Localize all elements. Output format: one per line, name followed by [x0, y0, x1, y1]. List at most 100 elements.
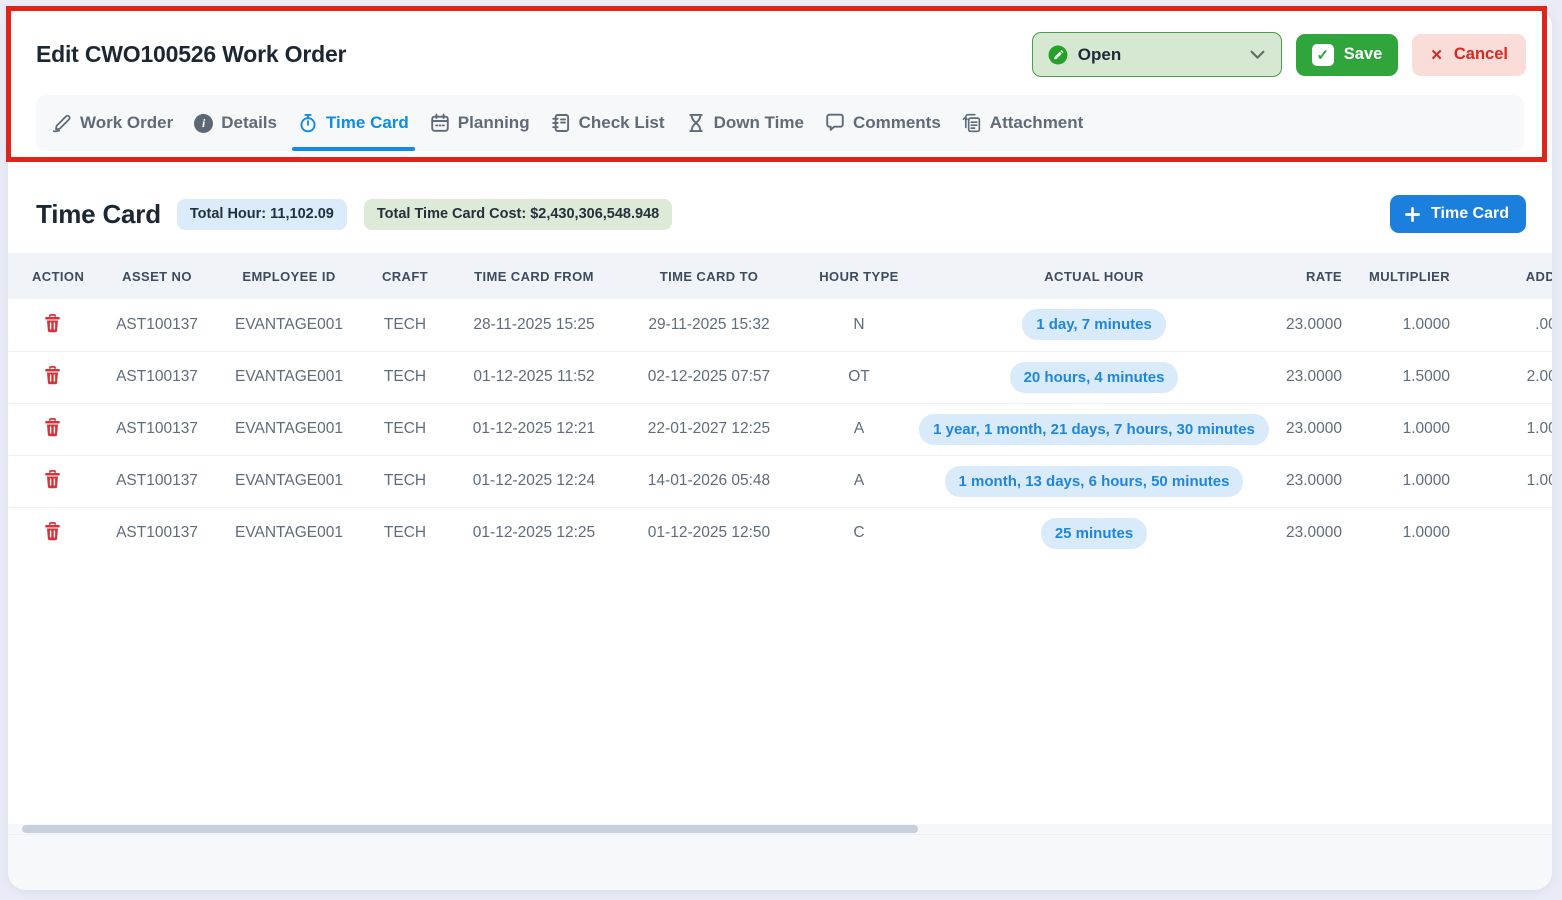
trash-icon — [44, 425, 61, 440]
time-card-table: ACTIONASSET NOEMPLOYEE IDCRAFTTIME CARD … — [8, 253, 1552, 559]
delete-row-button[interactable] — [40, 466, 65, 496]
time-card-from-cell: 28-11-2025 15:25 — [450, 299, 618, 351]
cancel-button-label: Cancel — [1454, 45, 1508, 64]
adder-cell: .0000 — [1464, 299, 1552, 351]
actual-hour-cell: 1 day, 7 minutes — [918, 299, 1270, 351]
delete-row-button[interactable] — [40, 362, 65, 392]
work-order-card: Edit CWO100526 Work Order Open ✓ Save ✕ … — [8, 8, 1552, 890]
time-card-from-cell: 01-12-2025 12:25 — [450, 507, 618, 559]
multiplier-cell: 1.0000 — [1356, 507, 1464, 559]
tab-comments[interactable]: Comments — [823, 95, 943, 151]
tab-attachment[interactable]: Attachment — [960, 95, 1086, 151]
status-dropdown[interactable]: Open — [1032, 32, 1282, 77]
tab-time-card[interactable]: Time Card — [296, 95, 411, 151]
save-button[interactable]: ✓ Save — [1296, 34, 1399, 76]
actual-hour-pill: 1 month, 13 days, 6 hours, 50 minutes — [945, 466, 1244, 497]
table-row: AST100137EVANTAGE001TECH01-12-2025 12:25… — [8, 507, 1552, 559]
plus-icon — [1403, 205, 1422, 224]
table-row: AST100137EVANTAGE001TECH01-12-2025 11:52… — [8, 351, 1552, 403]
multiplier-cell: 1.0000 — [1356, 455, 1464, 507]
page-title: Edit CWO100526 Work Order — [36, 41, 1032, 68]
actual-hour-pill: 1 day, 7 minutes — [1022, 309, 1166, 340]
hour-type-cell: C — [800, 507, 918, 559]
tab-planning[interactable]: Planning — [428, 95, 532, 151]
section-title: Time Card — [36, 199, 161, 230]
notebook-icon — [551, 113, 571, 133]
time-card-to-cell: 22-01-2027 12:25 — [618, 403, 800, 455]
total-hour-badge: Total Hour: 11,102.09 — [177, 199, 347, 230]
cancel-button[interactable]: ✕ Cancel — [1412, 34, 1526, 76]
employee-id-cell: EVANTAGE001 — [218, 507, 360, 559]
column-header-actual-hour: ACTUAL HOUR — [918, 253, 1270, 299]
time-card-from-cell: 01-12-2025 12:21 — [450, 403, 618, 455]
rate-cell: 23.0000 — [1270, 351, 1356, 403]
time-card-from-cell: 01-12-2025 11:52 — [450, 351, 618, 403]
craft-cell: TECH — [360, 299, 450, 351]
empty-area — [8, 559, 1552, 824]
tab-down-time[interactable]: Down Time — [684, 95, 806, 151]
time-card-section-header: Time Card Total Hour: 11,102.09 Total Ti… — [36, 195, 1526, 233]
column-header-adder: ADDER — [1464, 253, 1552, 299]
adder-cell — [1464, 507, 1552, 559]
hour-type-cell: OT — [800, 351, 918, 403]
actual-hour-cell: 25 minutes — [918, 507, 1270, 559]
delete-row-button[interactable] — [40, 518, 65, 548]
asset-no-cell: AST100137 — [96, 299, 218, 351]
adder-cell: 2.0000 — [1464, 351, 1552, 403]
actual-hour-cell: 1 year, 1 month, 21 days, 7 hours, 30 mi… — [918, 403, 1270, 455]
edit-circle-icon — [1047, 44, 1069, 66]
column-header-action: ACTION — [8, 253, 96, 299]
multiplier-cell: 1.5000 — [1356, 351, 1464, 403]
craft-cell: TECH — [360, 403, 450, 455]
calendar-icon — [430, 113, 450, 133]
horizontal-scrollbar-thumb[interactable] — [22, 825, 918, 833]
save-button-label: Save — [1344, 45, 1383, 64]
tab-check-list[interactable]: Check List — [549, 95, 667, 151]
trash-icon — [44, 321, 61, 336]
actual-hour-cell: 20 hours, 4 minutes — [918, 351, 1270, 403]
asset-no-cell: AST100137 — [96, 507, 218, 559]
delete-row-button[interactable] — [40, 310, 65, 340]
actual-hour-pill: 25 minutes — [1041, 518, 1147, 549]
craft-cell: TECH — [360, 455, 450, 507]
horizontal-scrollbar — [8, 824, 1552, 834]
table-row: AST100137EVANTAGE001TECH28-11-2025 15:25… — [8, 299, 1552, 351]
pen-icon — [52, 113, 72, 133]
table-row: AST100137EVANTAGE001TECH01-12-2025 12:21… — [8, 403, 1552, 455]
tab-bar: Work Order i Details Time Card Planning Check… — [36, 95, 1524, 151]
actual-hour-pill: 1 year, 1 month, 21 days, 7 hours, 30 mi… — [919, 414, 1269, 445]
tab-label: Details — [221, 113, 277, 133]
tab-label: Comments — [853, 113, 941, 133]
time-card-to-cell: 14-01-2026 05:48 — [618, 455, 800, 507]
time-card-to-cell: 29-11-2025 15:32 — [618, 299, 800, 351]
action-cell — [8, 351, 96, 403]
info-icon: i — [194, 114, 213, 133]
add-time-card-button[interactable]: Time Card — [1390, 195, 1526, 233]
tab-details[interactable]: i Details — [192, 95, 279, 151]
column-header-employee-id: EMPLOYEE ID — [218, 253, 360, 299]
status-dropdown-label: Open — [1078, 45, 1250, 65]
table-row: AST100137EVANTAGE001TECH01-12-2025 12:24… — [8, 455, 1552, 507]
total-cost-badge: Total Time Card Cost: $2,430,306,548.948 — [364, 199, 672, 230]
asset-no-cell: AST100137 — [96, 455, 218, 507]
time-card-to-cell: 01-12-2025 12:50 — [618, 507, 800, 559]
craft-cell: TECH — [360, 351, 450, 403]
rate-cell: 23.0000 — [1270, 455, 1356, 507]
check-icon: ✓ — [1312, 44, 1334, 66]
hour-type-cell: A — [800, 403, 918, 455]
column-header-rate: RATE — [1270, 253, 1356, 299]
add-time-card-label: Time Card — [1431, 205, 1509, 223]
adder-cell: 1.0000 — [1464, 403, 1552, 455]
active-tab-underline — [292, 147, 415, 151]
craft-cell: TECH — [360, 507, 450, 559]
multiplier-cell: 1.0000 — [1356, 299, 1464, 351]
multiplier-cell: 1.0000 — [1356, 403, 1464, 455]
trash-icon — [44, 373, 61, 388]
card-header: Edit CWO100526 Work Order Open ✓ Save ✕ … — [8, 8, 1552, 87]
column-header-time-card-from: TIME CARD FROM — [450, 253, 618, 299]
delete-row-button[interactable] — [40, 414, 65, 444]
table-header-row: ACTIONASSET NOEMPLOYEE IDCRAFTTIME CARD … — [8, 253, 1552, 299]
tab-work-order[interactable]: Work Order — [50, 95, 175, 151]
asset-no-cell: AST100137 — [96, 351, 218, 403]
action-cell — [8, 299, 96, 351]
